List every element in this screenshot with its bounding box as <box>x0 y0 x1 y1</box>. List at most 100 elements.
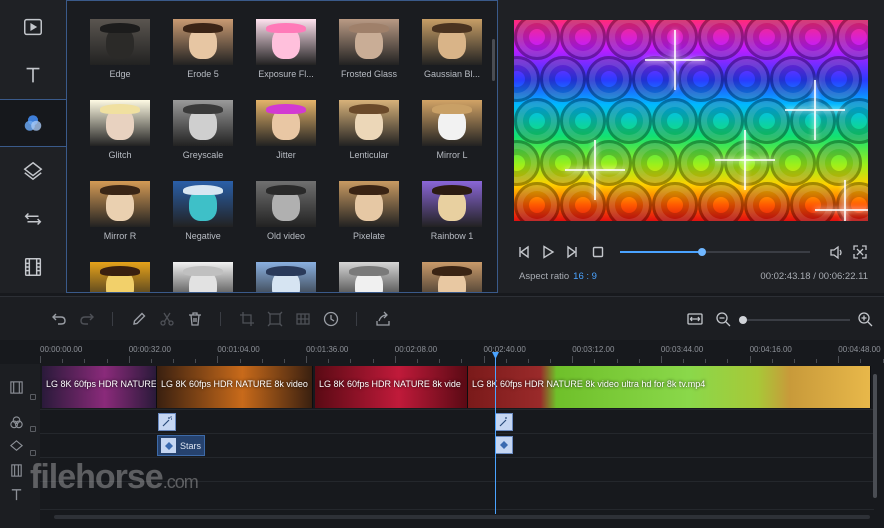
sidebar-overlays-button[interactable] <box>0 147 66 195</box>
preview-rose-pattern <box>836 20 868 60</box>
filter-item[interactable]: Greyscale <box>165 82 241 162</box>
filter-item[interactable]: Rainbow 1 <box>414 163 490 243</box>
filter-item[interactable]: Exposure Fl... <box>248 1 324 81</box>
preview-rose-pattern <box>652 182 698 221</box>
tool-sidebar <box>0 0 67 293</box>
ruler-tick <box>350 359 352 363</box>
timeline-ruler[interactable]: 00:00:00.00 00:00:32.00 00:01:04.00 00:01:3… <box>40 340 884 364</box>
filter-item[interactable] <box>82 244 158 292</box>
filter-library-scrollbar[interactable] <box>492 39 495 81</box>
crop-button[interactable] <box>238 310 256 328</box>
zoom-in-button[interactable] <box>856 310 874 328</box>
filter-item[interactable]: Mirror L <box>414 82 490 162</box>
fullscreen-button[interactable] <box>852 244 868 260</box>
track-header-column <box>0 364 40 528</box>
timeline-horizontal-scrollbar[interactable] <box>54 515 870 519</box>
preview-rose-pattern <box>678 140 724 186</box>
preview-rose-pattern <box>586 56 632 102</box>
element-track-header <box>7 461 25 479</box>
filters-icon <box>24 115 42 131</box>
thumbnail-hat <box>183 266 223 276</box>
filters-icon <box>9 415 23 428</box>
overlay-clip-stars[interactable]: Stars <box>157 435 205 456</box>
playback-progress-slider[interactable] <box>620 248 810 256</box>
timeline-zoom-handle[interactable] <box>739 316 747 324</box>
playback-progress-handle[interactable] <box>697 248 706 256</box>
ruler-tick <box>550 359 552 363</box>
stop-button[interactable] <box>590 244 606 260</box>
preview-sparkle <box>785 80 845 140</box>
timeline-toolbar <box>0 296 884 340</box>
filter-item[interactable]: Glitch <box>82 82 158 162</box>
filter-item[interactable]: Old video <box>248 163 324 243</box>
video-clip[interactable]: LG 8K 60fps HDR NATURE 8k vide <box>315 366 468 408</box>
video-clip[interactable]: LG 8K 60fps HDR NATURE <box>42 366 157 408</box>
overlay-track-header <box>7 437 25 455</box>
film-strip-icon <box>10 463 22 477</box>
thumbnail-hat <box>183 104 223 114</box>
scissors-icon <box>160 312 174 326</box>
thumbnail-hat <box>432 23 472 33</box>
aspect-ratio-value[interactable]: 16 : 9 <box>573 271 597 282</box>
filter-item[interactable]: Mirror R <box>82 163 158 243</box>
filter-item[interactable] <box>414 244 490 292</box>
play-button[interactable] <box>540 244 556 260</box>
previous-frame-button[interactable] <box>516 244 532 260</box>
transform-button[interactable] <box>266 310 284 328</box>
filter-thumbnail <box>173 100 233 146</box>
sidebar-filters-button[interactable] <box>0 99 67 147</box>
timeline-vertical-scrollbar[interactable] <box>873 374 877 498</box>
filter-item[interactable]: Pixelate <box>331 163 407 243</box>
filter-label: Old video <box>266 231 306 241</box>
filter-track-lock-icon[interactable] <box>30 426 36 432</box>
filter-item[interactable] <box>331 244 407 292</box>
undo-button[interactable] <box>50 310 68 328</box>
video-clip[interactable]: LG 8K 60fps HDR NATURE 8k video <box>157 366 313 408</box>
filter-item[interactable]: Frosted Glass <box>331 1 407 81</box>
sidebar-text-button[interactable] <box>0 51 66 99</box>
volume-button[interactable] <box>828 244 844 260</box>
redo-button[interactable] <box>78 310 96 328</box>
toolbar-divider <box>220 312 221 326</box>
cut-button[interactable] <box>158 310 176 328</box>
sidebar-elements-button[interactable] <box>0 243 66 291</box>
overlay-track-lock-icon[interactable] <box>30 450 36 456</box>
ruler-tick-label: 00:01:04.00 <box>217 345 260 354</box>
duration-button[interactable] <box>322 310 340 328</box>
filter-clip[interactable] <box>158 413 176 431</box>
preview-rose-pattern <box>836 182 868 221</box>
next-frame-button[interactable] <box>564 244 580 260</box>
edit-button[interactable] <box>130 310 148 328</box>
video-track-lock-icon[interactable] <box>30 394 36 400</box>
preview-rose-pattern <box>744 20 790 60</box>
media-play-icon <box>24 18 42 36</box>
delete-button[interactable] <box>186 310 204 328</box>
sidebar-media-button[interactable] <box>0 3 66 51</box>
filter-item[interactable]: Edge <box>82 1 158 81</box>
preview-panel: Aspect ratio 16 : 9 00:02:43.18 / 00:06:2… <box>498 0 884 293</box>
sidebar-transitions-button[interactable] <box>0 195 66 243</box>
filter-item[interactable] <box>248 244 324 292</box>
timeline-zoom-slider[interactable] <box>742 319 850 321</box>
thumbnail-hat <box>100 104 140 114</box>
filter-item[interactable]: Jitter <box>248 82 324 162</box>
mosaic-button[interactable] <box>294 310 312 328</box>
preview-rose-pattern <box>678 56 724 102</box>
filter-item[interactable]: Lenticular <box>331 82 407 162</box>
filter-item[interactable] <box>165 244 241 292</box>
filter-item[interactable]: Gaussian Bl... <box>414 1 490 81</box>
zoom-out-button[interactable] <box>714 310 732 328</box>
export-button[interactable] <box>374 310 392 328</box>
video-clip[interactable]: LG 8K 60fps HDR NATURE 8k video ultra hd… <box>468 366 871 408</box>
filter-item[interactable]: Erode 5 <box>165 1 241 81</box>
filter-item[interactable]: Negative <box>165 163 241 243</box>
fit-timeline-button[interactable] <box>686 310 704 328</box>
filter-label: Glitch <box>108 150 132 160</box>
preview-rose-pattern <box>698 182 744 221</box>
filter-clip[interactable] <box>495 413 513 431</box>
thumbnail-hat <box>100 266 140 276</box>
ruler-tick <box>40 356 41 363</box>
overlay-clip[interactable] <box>495 436 513 454</box>
playhead-line[interactable] <box>495 356 496 514</box>
volume-icon <box>829 245 842 259</box>
